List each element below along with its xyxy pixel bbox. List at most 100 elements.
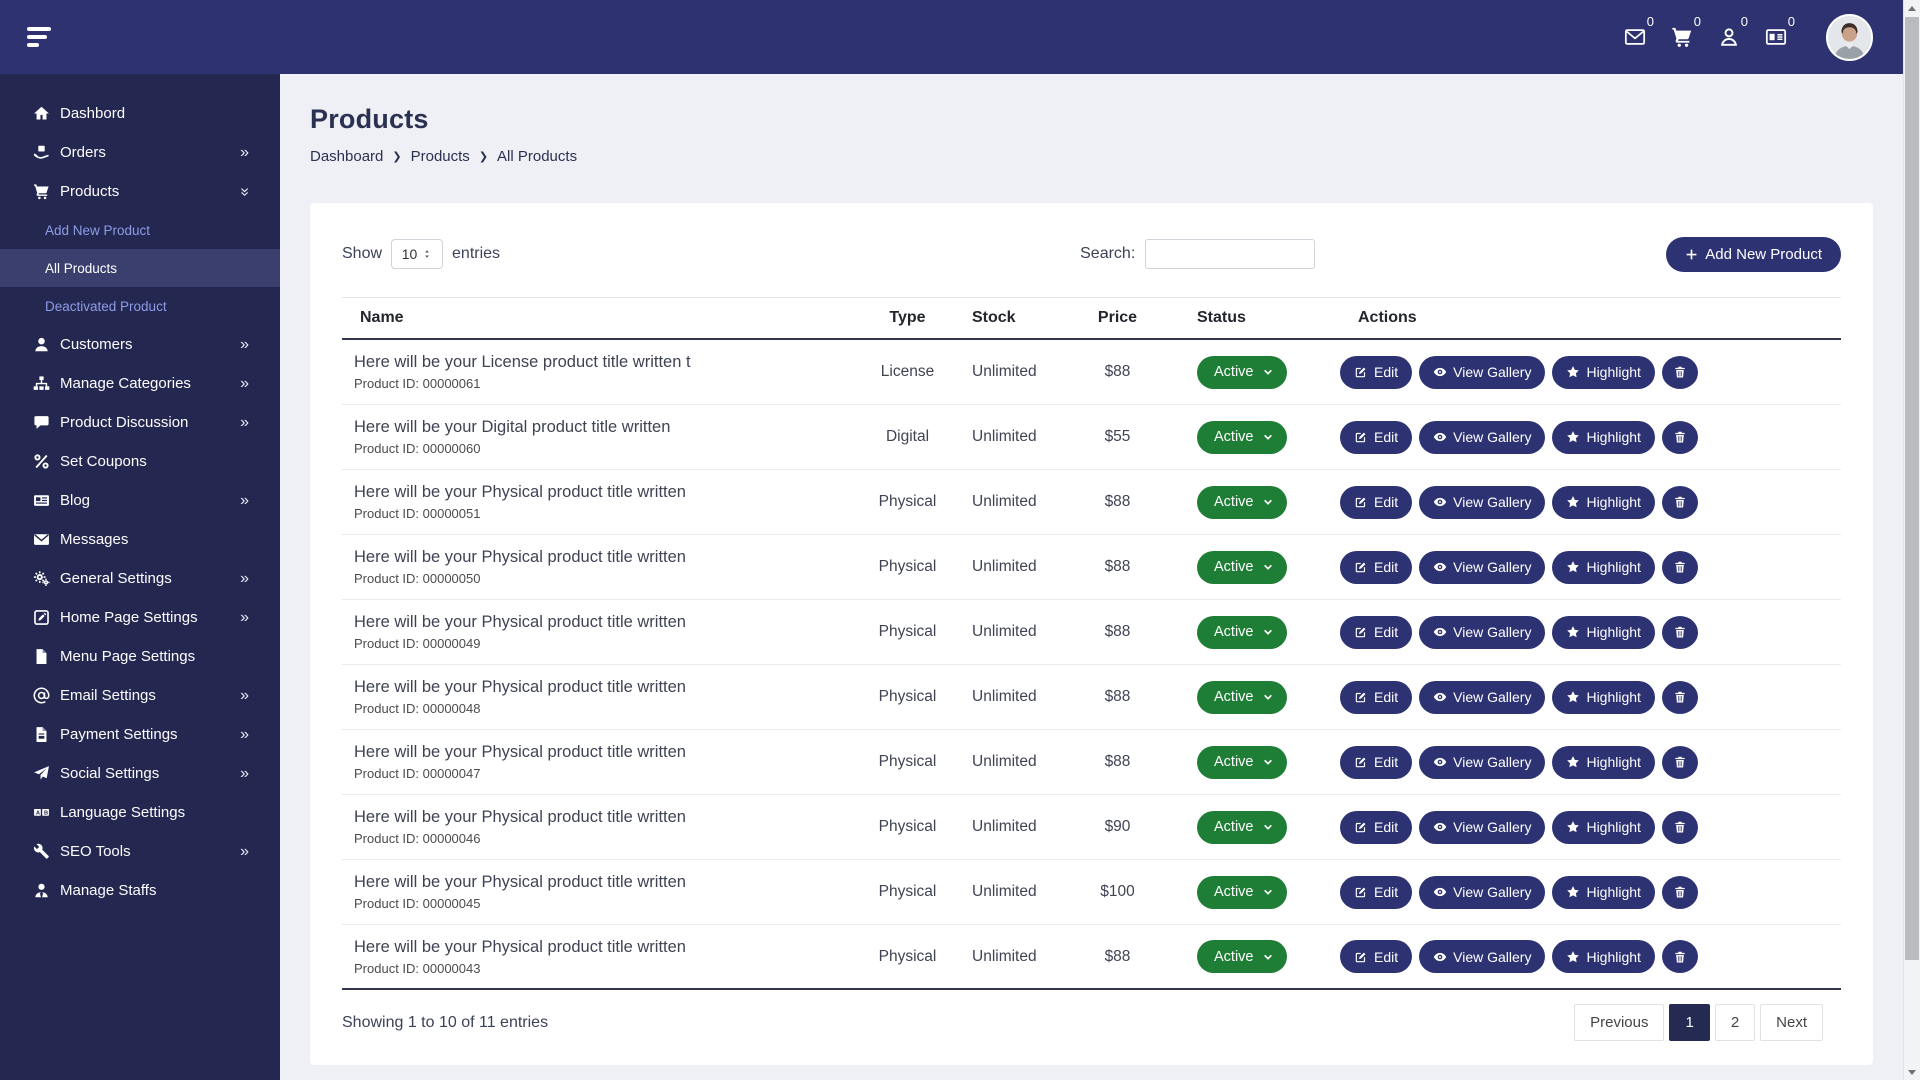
highlight-button[interactable]: Highlight <box>1552 616 1654 649</box>
status-dropdown[interactable]: Active <box>1197 940 1287 973</box>
star-icon <box>1566 755 1580 769</box>
sidebar-item-dashbord[interactable]: Dashbord <box>0 94 280 133</box>
view-gallery-button[interactable]: View Gallery <box>1419 940 1545 973</box>
status-dropdown[interactable]: Active <box>1197 746 1287 779</box>
edit-button[interactable]: Edit <box>1340 356 1412 389</box>
delete-button[interactable] <box>1662 421 1698 454</box>
chevron-right-icon: » <box>240 610 249 626</box>
highlight-button[interactable]: Highlight <box>1552 746 1654 779</box>
user-o-icon-badge[interactable]: 0 <box>1718 26 1740 48</box>
sidebar-item-payment-settings[interactable]: Payment Settings » <box>0 715 280 754</box>
star-icon <box>1566 950 1580 964</box>
pagination-previous[interactable]: Previous <box>1574 1004 1664 1041</box>
sidebar-item-customers[interactable]: Customers » <box>0 325 280 364</box>
status-dropdown[interactable]: Active <box>1197 681 1287 714</box>
page-size-select[interactable]: 10 <box>391 239 443 269</box>
status-dropdown[interactable]: Active <box>1197 616 1287 649</box>
scrollbar-thumb[interactable] <box>1905 17 1919 960</box>
view-gallery-button[interactable]: View Gallery <box>1419 876 1545 909</box>
sidebar-item-product-discussion[interactable]: Product Discussion » <box>0 403 280 442</box>
sidebar-item-blog[interactable]: Blog » <box>0 481 280 520</box>
sidebar-subitem-all-products[interactable]: All Products <box>0 249 280 287</box>
delete-button[interactable] <box>1662 681 1698 714</box>
sidebar-item-manage-staffs[interactable]: Manage Staffs <box>0 871 280 910</box>
edit-button[interactable]: Edit <box>1340 746 1412 779</box>
edit-button[interactable]: Edit <box>1340 551 1412 584</box>
status-dropdown[interactable]: Active <box>1197 486 1287 519</box>
status-dropdown[interactable]: Active <box>1197 356 1287 389</box>
view-gallery-button[interactable]: View Gallery <box>1419 616 1545 649</box>
edit-button[interactable]: Edit <box>1340 876 1412 909</box>
cart-o-icon-badge[interactable]: 0 <box>1671 26 1693 48</box>
pagination-2[interactable]: 2 <box>1715 1004 1755 1041</box>
sidebar-item-menu-page-settings[interactable]: Menu Page Settings <box>0 637 280 676</box>
sidebar-item-email-settings[interactable]: Email Settings » <box>0 676 280 715</box>
view-gallery-button[interactable]: View Gallery <box>1419 486 1545 519</box>
edit-button[interactable]: Edit <box>1340 616 1412 649</box>
pagination-next[interactable]: Next <box>1760 1004 1823 1041</box>
view-gallery-button[interactable]: View Gallery <box>1419 421 1545 454</box>
highlight-button[interactable]: Highlight <box>1552 811 1654 844</box>
sidebar-item-messages[interactable]: Messages <box>0 520 280 559</box>
delete-button[interactable] <box>1662 486 1698 519</box>
edit-label: Edit <box>1374 754 1398 770</box>
menu-toggle-icon[interactable] <box>27 27 53 47</box>
pagination-1[interactable]: 1 <box>1669 1004 1709 1041</box>
envelope-o-icon-badge[interactable]: 0 <box>1624 26 1646 48</box>
sidebar-item-social-settings[interactable]: Social Settings » <box>0 754 280 793</box>
wrench-icon <box>33 843 51 861</box>
status-dropdown[interactable]: Active <box>1197 421 1287 454</box>
status-dropdown[interactable]: Active <box>1197 876 1287 909</box>
delete-button[interactable] <box>1662 811 1698 844</box>
view-gallery-button[interactable]: View Gallery <box>1419 551 1545 584</box>
edit-button[interactable]: Edit <box>1340 486 1412 519</box>
delete-button[interactable] <box>1662 551 1698 584</box>
status-label: Active <box>1214 949 1254 965</box>
sidebar-item-language-settings[interactable]: AB Language Settings <box>0 793 280 832</box>
delete-button[interactable] <box>1662 616 1698 649</box>
delete-button[interactable] <box>1662 746 1698 779</box>
add-new-product-button[interactable]: Add New Product <box>1666 237 1841 272</box>
sidebar-item-set-coupons[interactable]: Set Coupons <box>0 442 280 481</box>
view-gallery-button[interactable]: View Gallery <box>1419 746 1545 779</box>
status-dropdown[interactable]: Active <box>1197 551 1287 584</box>
sidebar-item-manage-categories[interactable]: Manage Categories » <box>0 364 280 403</box>
edit-button[interactable]: Edit <box>1340 811 1412 844</box>
highlight-button[interactable]: Highlight <box>1552 551 1654 584</box>
edit-label: Edit <box>1374 559 1398 575</box>
sidebar-item-products[interactable]: Products » <box>0 172 280 211</box>
id-card-icon-badge[interactable]: 0 <box>1765 26 1787 48</box>
sidebar-item-orders[interactable]: Orders » <box>0 133 280 172</box>
user-avatar[interactable] <box>1826 14 1873 61</box>
scrollbar-up-arrow-icon[interactable] <box>1904 0 1920 16</box>
status-dropdown[interactable]: Active <box>1197 811 1287 844</box>
sidebar-item-home-page-settings[interactable]: Home Page Settings » <box>0 598 280 637</box>
view-gallery-button[interactable]: View Gallery <box>1419 811 1545 844</box>
breadcrumb-products[interactable]: Products <box>411 148 470 165</box>
highlight-button[interactable]: Highlight <box>1552 876 1654 909</box>
highlight-button[interactable]: Highlight <box>1552 421 1654 454</box>
scrollbar-down-arrow-icon[interactable] <box>1904 1064 1920 1080</box>
delete-button[interactable] <box>1662 876 1698 909</box>
product-id: Product ID: 00000046 <box>354 831 860 846</box>
delete-button[interactable] <box>1662 356 1698 389</box>
edit-button[interactable]: Edit <box>1340 940 1412 973</box>
sidebar-item-general-settings[interactable]: General Settings » <box>0 559 280 598</box>
highlight-button[interactable]: Highlight <box>1552 940 1654 973</box>
sidebar-subitem-deactivated-product[interactable]: Deactivated Product <box>0 287 280 325</box>
product-type: License <box>860 363 955 381</box>
sidebar-subitem-add-new-product[interactable]: Add New Product <box>0 211 280 249</box>
status-label: Active <box>1214 689 1254 705</box>
highlight-button[interactable]: Highlight <box>1552 356 1654 389</box>
highlight-button[interactable]: Highlight <box>1552 486 1654 519</box>
search-input[interactable] <box>1145 239 1315 269</box>
view-gallery-button[interactable]: View Gallery <box>1419 681 1545 714</box>
vertical-scrollbar[interactable] <box>1903 0 1920 1080</box>
edit-button[interactable]: Edit <box>1340 421 1412 454</box>
highlight-button[interactable]: Highlight <box>1552 681 1654 714</box>
view-gallery-button[interactable]: View Gallery <box>1419 356 1545 389</box>
sidebar-item-seo-tools[interactable]: SEO Tools » <box>0 832 280 871</box>
breadcrumb-dashboard[interactable]: Dashboard <box>310 148 383 165</box>
delete-button[interactable] <box>1662 940 1698 973</box>
edit-button[interactable]: Edit <box>1340 681 1412 714</box>
